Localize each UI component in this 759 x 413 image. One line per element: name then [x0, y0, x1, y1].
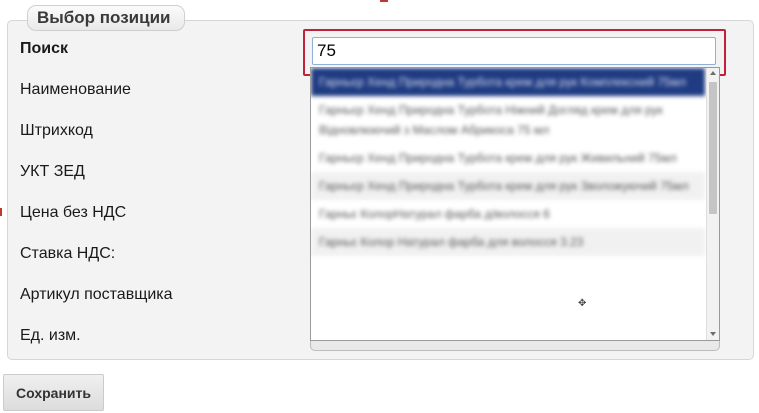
- field-label-vat-rate: Ставка НДС:: [20, 245, 116, 262]
- results-list: Гарньєр Хенд Природна Турбота крем для р…: [311, 68, 705, 256]
- scroll-thumb[interactable]: [709, 82, 717, 214]
- mouse-cursor-icon: ✥: [578, 298, 587, 309]
- field-label-name: Наименование: [20, 81, 131, 98]
- scroll-down-arrow-icon[interactable]: [710, 332, 716, 336]
- search-results-dropdown[interactable]: Гарньєр Хенд Природна Турбота крем для р…: [310, 67, 720, 341]
- field-label-ukt-zed: УКТ ЗЕД: [20, 163, 85, 180]
- save-button[interactable]: Сохранить: [3, 374, 104, 411]
- result-item[interactable]: Гарньє Колор Натурал фарба для волосся 3…: [311, 228, 705, 256]
- panel-title: Выбор позиции: [27, 5, 186, 31]
- side-accent-mark: [0, 208, 2, 216]
- result-item[interactable]: Гарньєр Хенд Природна Турбота Ніжний Дог…: [311, 96, 705, 144]
- field-label-search: Поиск: [20, 40, 69, 57]
- field-label-barcode: Штрихкод: [20, 122, 93, 139]
- scroll-up-arrow-icon[interactable]: [710, 71, 716, 75]
- field-label-unit: Ед. изм.: [20, 327, 81, 344]
- field-label-supplier-sku: Артикул поставщика: [20, 286, 173, 303]
- field-label-price-no-vat: Цена без НДС: [20, 204, 127, 221]
- dropdown-bottom-edge: [310, 341, 720, 351]
- search-input[interactable]: [312, 37, 716, 65]
- result-item[interactable]: Гарньєр Хенд Природна Турбота крем для р…: [311, 68, 705, 96]
- top-accent-line: [380, 0, 388, 2]
- result-item[interactable]: Гарньєр Хенд Природна Турбота крем для р…: [311, 144, 705, 172]
- result-item[interactable]: Гарньєр Хенд Природна Турбота крем для р…: [311, 172, 705, 200]
- result-item[interactable]: Гарньє КолорНатурал фарба д/волосся 6: [311, 200, 705, 228]
- results-scrollbar[interactable]: [706, 68, 719, 340]
